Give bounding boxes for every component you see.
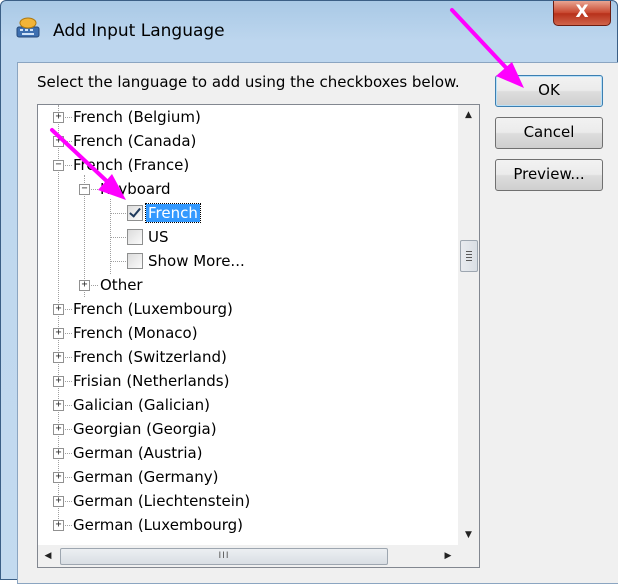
expand-icon[interactable]: +: [53, 328, 64, 339]
horizontal-scrollbar[interactable]: ◀ III ▶: [38, 545, 458, 567]
dialog-window: Add Input Language X Select the language…: [0, 0, 618, 584]
tree-connector: [110, 261, 126, 262]
tree-item-french-belgium[interactable]: French (Belgium): [73, 106, 201, 128]
grip-icon: III: [218, 551, 230, 561]
tree-item-french-switzerland[interactable]: French (Switzerland): [73, 346, 227, 368]
checkbox-show-more[interactable]: [127, 253, 143, 269]
tree-item-galician[interactable]: Galician (Galician): [73, 394, 210, 416]
expand-icon[interactable]: +: [53, 424, 64, 435]
tree-item-german-germany[interactable]: German (Germany): [73, 466, 218, 488]
vertical-scrollbar[interactable]: ▲ ▼: [458, 105, 479, 545]
title-bar[interactable]: Add Input Language X: [1, 1, 617, 67]
expand-icon[interactable]: +: [53, 520, 64, 531]
tree-item-french-france[interactable]: French (France): [73, 154, 189, 176]
tree-item-show-more[interactable]: Show More...: [148, 250, 245, 272]
expand-icon[interactable]: +: [53, 112, 64, 123]
tree-item-frisian-netherlands[interactable]: Frisian (Netherlands): [73, 370, 229, 392]
tree-item-other[interactable]: Other: [100, 274, 143, 296]
tree-connector: [110, 237, 126, 238]
tree-item-german-liechtenstein[interactable]: German (Liechtenstein): [73, 490, 250, 512]
tree-item-french-keyboard[interactable]: French: [145, 202, 201, 224]
tree-item-german-austria[interactable]: German (Austria): [73, 442, 203, 464]
cancel-button[interactable]: Cancel: [495, 117, 603, 149]
tree-item-us-keyboard[interactable]: US: [148, 226, 169, 248]
dialog-body: Select the language to add using the che…: [17, 62, 618, 584]
expand-icon[interactable]: +: [53, 352, 64, 363]
tree-item-french-canada[interactable]: French (Canada): [73, 130, 196, 152]
expand-icon[interactable]: +: [53, 496, 64, 507]
instruction-text: Select the language to add using the che…: [37, 73, 460, 91]
window-title: Add Input Language: [53, 21, 225, 41]
close-button[interactable]: X: [553, 1, 611, 26]
expand-icon[interactable]: +: [53, 136, 64, 147]
expand-icon[interactable]: +: [53, 448, 64, 459]
tree-item-french-monaco[interactable]: French (Monaco): [73, 322, 198, 344]
scroll-right-icon[interactable]: ▶: [438, 545, 458, 567]
expand-icon[interactable]: +: [53, 304, 64, 315]
expand-icon[interactable]: +: [79, 280, 90, 291]
ok-button[interactable]: OK: [495, 75, 603, 107]
horizontal-scroll-thumb[interactable]: III: [60, 548, 388, 565]
selected-label: French: [145, 203, 201, 223]
keyboard-language-icon: [16, 17, 40, 38]
language-tree[interactable]: + French (Belgium) + French (Canada) − F…: [37, 104, 480, 568]
tree-item-french-luxembourg[interactable]: French (Luxembourg): [73, 298, 233, 320]
checkbox-french[interactable]: [127, 205, 143, 221]
tree-connector: [110, 213, 126, 214]
expand-icon[interactable]: +: [53, 472, 64, 483]
scroll-down-icon[interactable]: ▼: [458, 525, 479, 545]
scroll-up-icon[interactable]: ▲: [458, 105, 479, 125]
checkbox-us[interactable]: [127, 229, 143, 245]
close-icon: X: [575, 2, 589, 22]
tree-item-georgian[interactable]: Georgian (Georgia): [73, 418, 217, 440]
collapse-icon[interactable]: −: [79, 184, 90, 195]
preview-button[interactable]: Preview...: [495, 159, 603, 191]
expand-icon[interactable]: +: [53, 400, 64, 411]
tree-item-keyboard[interactable]: Keyboard: [100, 178, 171, 200]
collapse-icon[interactable]: −: [53, 160, 64, 171]
tree-content: + French (Belgium) + French (Canada) − F…: [38, 105, 458, 545]
scroll-left-icon[interactable]: ◀: [38, 545, 58, 567]
scrollbar-corner: [458, 545, 479, 567]
tree-item-german-luxembourg[interactable]: German (Luxembourg): [73, 514, 243, 536]
expand-icon[interactable]: +: [53, 376, 64, 387]
vertical-scroll-thumb[interactable]: [460, 240, 478, 272]
